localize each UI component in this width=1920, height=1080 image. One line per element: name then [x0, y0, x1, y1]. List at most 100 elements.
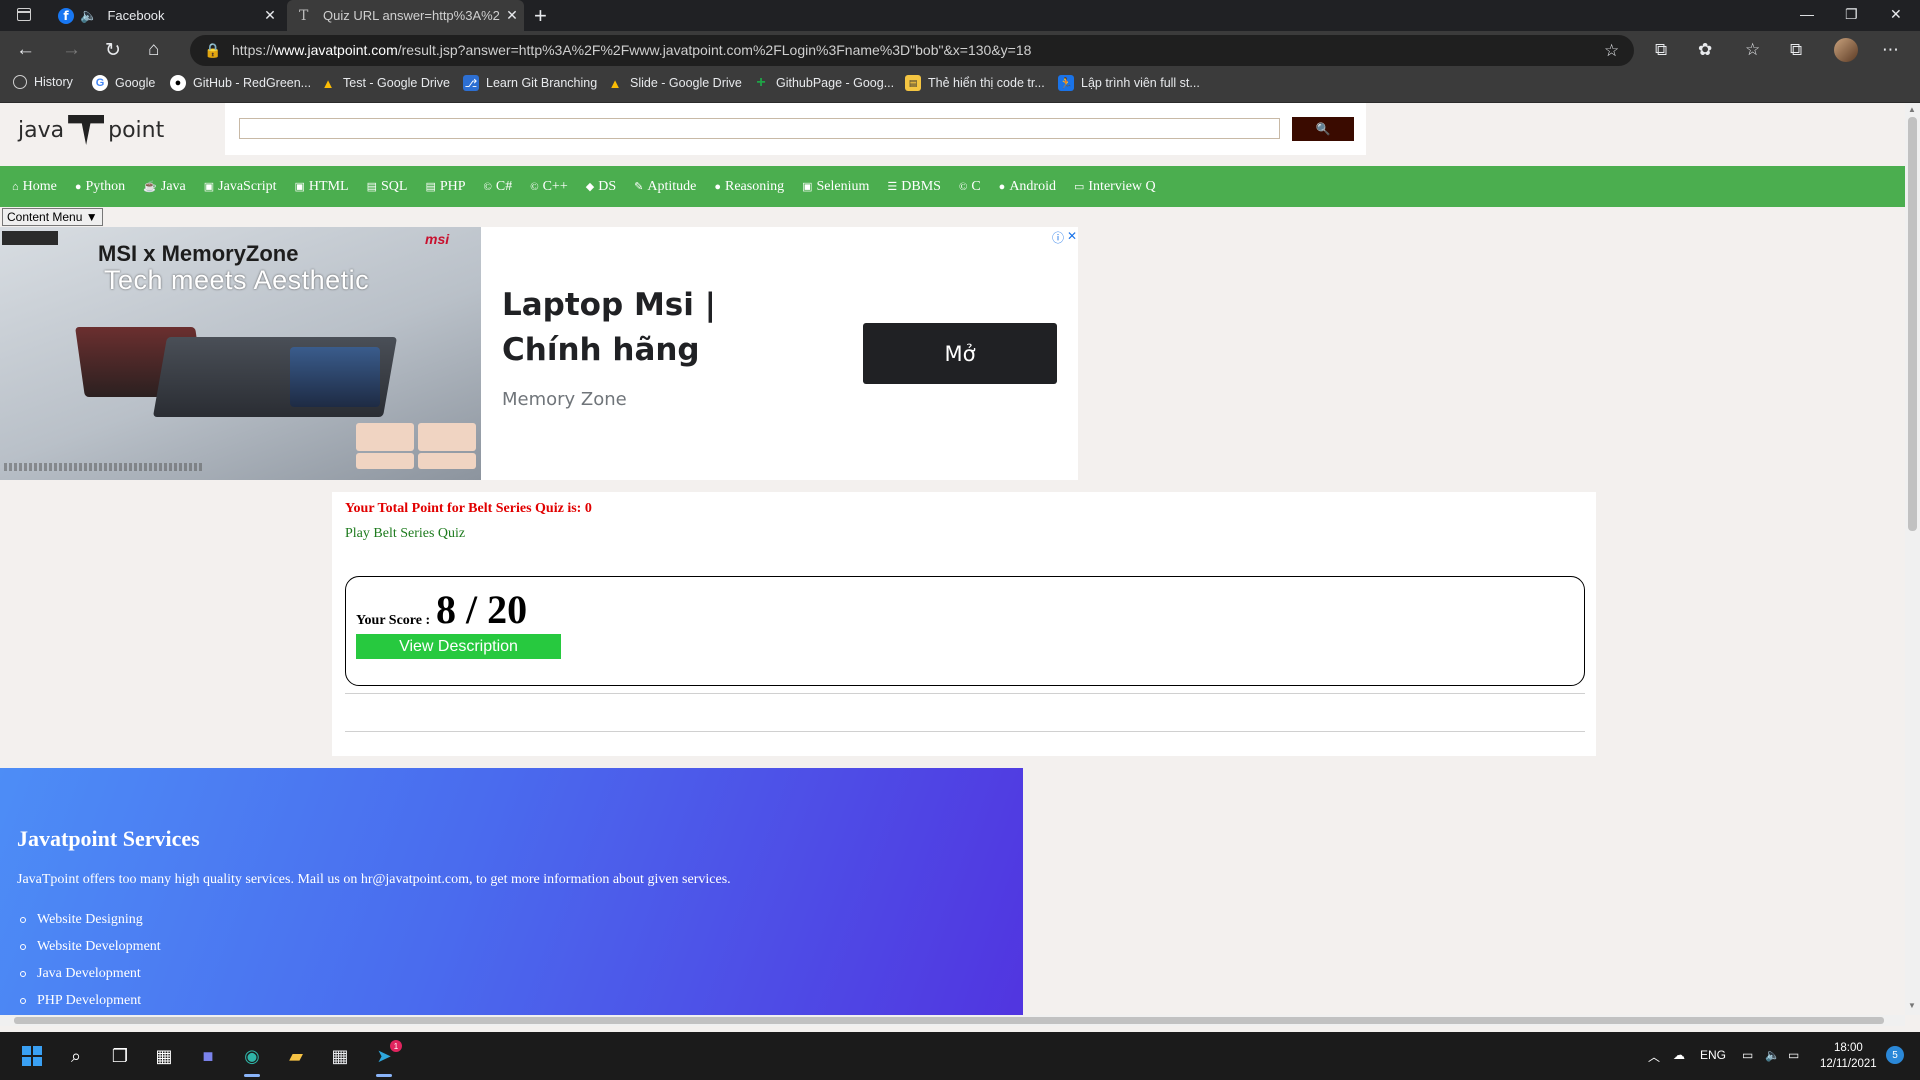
- ad-image-tagline: Tech meets Aesthetic: [104, 265, 370, 295]
- language-indicator[interactable]: ENG: [1700, 1048, 1726, 1062]
- nav-javascript[interactable]: ▣ JavaScript: [204, 179, 277, 195]
- view-description-button[interactable]: View Description: [356, 634, 561, 659]
- scrollbar-thumb[interactable]: [14, 1017, 1884, 1024]
- reload-icon[interactable]: ↻: [105, 39, 121, 62]
- teams-chat-icon[interactable]: ■: [196, 1044, 220, 1068]
- score-value: 8 / 20: [436, 587, 528, 632]
- minimize-icon[interactable]: —: [1800, 6, 1814, 22]
- ad-title[interactable]: Laptop Msi | Chính hãng: [502, 283, 802, 373]
- ad-fine-print: [4, 463, 204, 471]
- clock-date: 12/11/2021: [1820, 1058, 1877, 1070]
- nav-cpp[interactable]: © C++: [530, 179, 568, 195]
- more-icon[interactable]: ⋯: [1882, 40, 1899, 60]
- scrollbar-thumb[interactable]: [1908, 117, 1917, 531]
- extensions-icon[interactable]: ✿: [1698, 40, 1712, 60]
- ad-open-button[interactable]: Mở: [863, 323, 1057, 384]
- nav-ds[interactable]: ◆ DS: [586, 179, 616, 195]
- bookmark-lap-trinh-vien[interactable]: 🏃 Lập trình viên full st...: [1058, 75, 1200, 91]
- collections-icon[interactable]: ⧉: [1790, 40, 1802, 60]
- close-icon[interactable]: ✕: [500, 7, 524, 24]
- bookmark-google[interactable]: G Google: [92, 75, 155, 91]
- bookmark-test-drive[interactable]: ▲ Test - Google Drive: [320, 75, 450, 91]
- interview-icon: ▭: [1073, 181, 1085, 193]
- add-favorite-icon[interactable]: ☆: [1604, 41, 1619, 61]
- horizontal-scrollbar[interactable]: [0, 1015, 1905, 1026]
- scroll-down-icon[interactable]: ▼: [1908, 1001, 1916, 1010]
- home-icon[interactable]: ⌂: [148, 39, 159, 61]
- nav-dbms[interactable]: ☰ DBMS: [887, 179, 941, 195]
- ad-banner[interactable]: MSI x MemoryZone Tech meets Aesthetic ms…: [0, 227, 1078, 480]
- main-nav: ⌂ Home ● Python ☕ Java ▣ JavaScript ▣ HTML ▤ S…: [0, 166, 1905, 207]
- lock-icon[interactable]: 🔒: [204, 42, 221, 59]
- search-button[interactable]: 🔍: [1292, 117, 1354, 141]
- windows-start-icon[interactable]: [20, 1044, 44, 1068]
- ad-info-icon[interactable]: ⓘ: [1052, 229, 1064, 246]
- site-logo[interactable]: java point: [18, 115, 164, 145]
- tab-actions-icon[interactable]: [17, 8, 31, 21]
- url-field[interactable]: 🔒 https://www.javatpoint.com/result.jsp?…: [190, 35, 1634, 66]
- nav-selenium[interactable]: ▣ Selenium: [802, 179, 869, 195]
- android-icon: ●: [998, 180, 1006, 193]
- favorites-icon[interactable]: ☆: [1745, 40, 1760, 60]
- nav-c[interactable]: © C: [959, 179, 981, 195]
- avatar[interactable]: [1834, 38, 1858, 62]
- bookmark-history[interactable]: History: [13, 75, 73, 89]
- ad-image[interactable]: MSI x MemoryZone Tech meets Aesthetic ms…: [0, 227, 481, 480]
- ad-subtitle[interactable]: Memory Zone: [502, 389, 627, 410]
- edge-icon[interactable]: ◉: [240, 1044, 264, 1077]
- vertical-scrollbar[interactable]: ▲ ▼: [1905, 103, 1920, 1015]
- search-icon[interactable]: ⌕: [64, 1044, 88, 1068]
- bookmark-learn-git[interactable]: ⎇ Learn Git Branching: [463, 75, 597, 91]
- nav-python[interactable]: ● Python: [75, 179, 125, 195]
- bookmark-slide-drive[interactable]: ▲ Slide - Google Drive: [607, 75, 742, 91]
- task-view-icon[interactable]: ❐: [108, 1044, 132, 1068]
- nav-java[interactable]: ☕ Java: [143, 179, 186, 195]
- nav-interview-q[interactable]: ▭ Interview Q: [1074, 179, 1156, 195]
- score-label: Your Score :: [356, 613, 431, 628]
- scroll-up-icon[interactable]: ▲: [1908, 105, 1916, 114]
- nav-aptitude[interactable]: ✎ Aptitude: [634, 179, 696, 195]
- close-icon[interactable]: ✕: [258, 7, 282, 24]
- back-icon[interactable]: ←: [16, 39, 35, 61]
- memoryzone-logo: [2, 231, 58, 245]
- nav-android[interactable]: ● Android: [999, 179, 1056, 195]
- content-menu-button[interactable]: Content Menu ▼: [2, 208, 103, 226]
- search-area: 🔍: [225, 103, 1366, 155]
- search-input[interactable]: [239, 118, 1280, 139]
- url-text: https://www.javatpoint.com/result.jsp?an…: [232, 42, 1032, 58]
- widgets-icon[interactable]: ▦: [152, 1044, 176, 1068]
- file-explorer-icon[interactable]: ▰: [284, 1044, 308, 1068]
- bookmark-githubpage[interactable]: + GithubPage - Goog...: [753, 74, 894, 91]
- volume-icon[interactable]: 🔈: [1765, 1048, 1780, 1062]
- notification-count[interactable]: 5: [1886, 1046, 1904, 1064]
- tab-facebook[interactable]: f 🔈 Facebook ✕: [46, 0, 282, 31]
- play-quiz-link[interactable]: Play Belt Series Quiz: [345, 526, 465, 542]
- onedrive-icon[interactable]: ☁: [1673, 1048, 1685, 1062]
- nav-sql[interactable]: ▤ SQL: [367, 179, 408, 195]
- restore-icon[interactable]: ❐: [1845, 6, 1858, 23]
- nav-reasoning[interactable]: ● Reasoning: [714, 179, 784, 195]
- nav-php[interactable]: ▤ PHP: [425, 179, 465, 195]
- network-icon[interactable]: ▭: [1742, 1048, 1753, 1062]
- nav-html[interactable]: ▣ HTML: [295, 179, 349, 195]
- clock[interactable]: 18:00 12/11/2021: [1820, 1040, 1877, 1072]
- speaker-icon[interactable]: 🔈: [80, 7, 97, 24]
- bookmark-github[interactable]: ● GitHub - RedGreen...: [170, 75, 311, 91]
- chevron-up-icon[interactable]: ︿: [1648, 1048, 1660, 1065]
- new-tab-button[interactable]: +: [534, 3, 547, 29]
- tab-quiz[interactable]: T Quiz URL answer=http%3A%2F% ✕: [287, 0, 524, 31]
- bullet-icon: [20, 997, 26, 1004]
- services-section: Javatpoint Services JavaTpoint offers to…: [0, 768, 1023, 1015]
- translate-icon[interactable]: ⧉: [1655, 40, 1667, 60]
- list-item: Java Development: [20, 960, 161, 987]
- store-icon[interactable]: ▦: [328, 1044, 352, 1068]
- battery-icon[interactable]: ▭: [1788, 1048, 1799, 1062]
- bookmark-the-hien-thi[interactable]: ▤ Thẻ hiển thị code tr...: [905, 75, 1045, 91]
- installment-badge: [418, 423, 476, 451]
- close-window-icon[interactable]: ✕: [1890, 6, 1902, 23]
- ad-close-icon[interactable]: ✕: [1067, 229, 1077, 243]
- nav-home[interactable]: ⌂ Home: [12, 179, 57, 195]
- nav-csharp[interactable]: © C#: [484, 179, 513, 195]
- forward-icon[interactable]: →: [62, 39, 81, 61]
- quiz-result-panel: Your Total Point for Belt Series Quiz is…: [332, 492, 1596, 756]
